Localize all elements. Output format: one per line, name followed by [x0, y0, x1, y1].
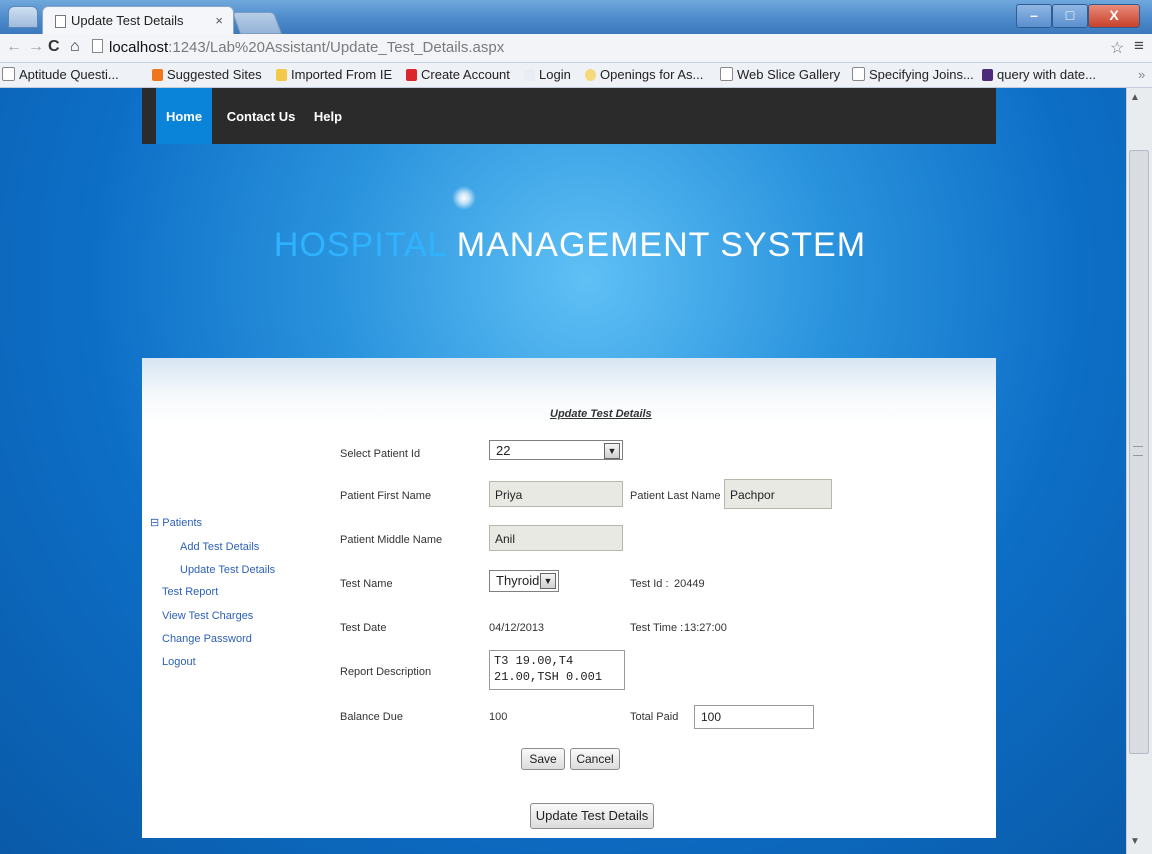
- bookmark-item[interactable]: query with date...: [982, 67, 1096, 82]
- page-icon: [92, 39, 103, 53]
- site-nav-bar: Home Contact Us Help: [142, 88, 996, 144]
- middle-name-label: Patient Middle Name: [340, 534, 443, 546]
- url-input[interactable]: localhost:1243/Lab%20Assistant/Update_Te…: [92, 38, 1092, 58]
- test-time-value: 13:27:00: [684, 622, 727, 634]
- bookmark-item[interactable]: Specifying Joins...: [852, 67, 974, 82]
- sidebar-item-test-report[interactable]: Test Report: [162, 586, 218, 598]
- sidebar-item-change-password[interactable]: Change Password: [162, 633, 252, 645]
- bookmark-label: Imported From IE: [291, 67, 393, 82]
- maximize-button[interactable]: □: [1052, 4, 1088, 28]
- bookmark-label: Openings for As...: [600, 67, 704, 82]
- openings-icon: [585, 69, 596, 81]
- patient-id-label: Select Patient Id: [340, 448, 421, 460]
- bookmark-item[interactable]: Openings for As...: [585, 67, 703, 82]
- page-icon: [55, 15, 66, 28]
- total-paid-input[interactable]: 100: [694, 705, 814, 729]
- page-icon: [2, 67, 15, 81]
- last-name-field[interactable]: Pachpor: [724, 479, 832, 509]
- browser-logo-icon: [8, 6, 38, 28]
- test-name-select[interactable]: Thyroide ▼: [489, 570, 559, 592]
- bookmark-item[interactable]: Suggested Sites: [152, 67, 262, 82]
- test-name-label: Test Name: [340, 578, 393, 590]
- middle-name-field[interactable]: Anil: [489, 525, 623, 551]
- back-arrow-icon[interactable]: ←: [6, 38, 22, 56]
- balance-due-value: 100: [489, 711, 508, 723]
- nav-contact-us[interactable]: Contact Us: [218, 88, 304, 144]
- close-window-button[interactable]: X: [1088, 4, 1140, 28]
- browser-tab[interactable]: Update Test Details ×: [42, 6, 234, 35]
- bookmark-label: Login: [539, 67, 571, 82]
- url-path: :1243/Lab%20Assistant/Update_Test_Detail…: [168, 39, 505, 56]
- banner-glow: [452, 186, 476, 210]
- bookmark-star-icon[interactable]: ☆: [1110, 38, 1124, 58]
- test-name-value: Thyroide: [496, 573, 547, 588]
- page-icon: [524, 69, 535, 81]
- sidebar-item-add-test-details[interactable]: Add Test Details: [180, 541, 259, 553]
- bookmark-item[interactable]: Aptitude Questi...: [2, 67, 119, 82]
- test-date-value: 04/12/2013: [489, 622, 545, 634]
- home-icon[interactable]: ⌂: [70, 38, 80, 56]
- test-id-value: 20449: [674, 578, 705, 590]
- sidebar-item-view-test-charges[interactable]: View Test Charges: [162, 610, 253, 622]
- sidebar-tree-patients[interactable]: ⊟ Patients: [150, 516, 202, 529]
- site-banner-title: HOSPITAL MANAGEMENT SYSTEM: [140, 226, 1000, 265]
- report-description-textarea[interactable]: T3 19.00,T4 21.00,TSH 0.001: [489, 650, 625, 690]
- cancel-button[interactable]: Cancel: [570, 748, 620, 770]
- tab-close-icon[interactable]: ×: [215, 7, 223, 35]
- bookmark-label: query with date...: [997, 67, 1096, 82]
- bookmark-item[interactable]: Web Slice Gallery: [720, 67, 840, 82]
- test-time-label: Test Time :: [630, 622, 684, 634]
- chevron-down-icon[interactable]: ▼: [540, 573, 556, 589]
- content-panel: [142, 358, 996, 838]
- reload-icon[interactable]: C: [48, 38, 60, 56]
- forward-arrow-icon[interactable]: →: [28, 38, 44, 56]
- scroll-up-icon[interactable]: ▲: [1130, 92, 1140, 103]
- bookmark-label: Aptitude Questi...: [19, 67, 119, 82]
- balance-due-label: Balance Due: [340, 711, 403, 723]
- folder-icon: [276, 69, 287, 81]
- report-description-label: Report Description: [340, 666, 432, 678]
- bookmark-label: Create Account: [421, 67, 510, 82]
- url-host: localhost: [109, 39, 169, 56]
- nav-help[interactable]: Help: [308, 88, 348, 144]
- scroll-grip-icon: [1133, 446, 1143, 456]
- bookmark-label: Web Slice Gallery: [737, 67, 841, 82]
- page-icon: [720, 67, 733, 81]
- banner-rest-text: MANAGEMENT SYSTEM: [456, 226, 867, 264]
- test-id-label: Test Id :: [630, 578, 669, 590]
- bookmark-item[interactable]: Create Account: [406, 67, 510, 82]
- query-icon: [982, 69, 993, 81]
- last-name-label: Patient Last Name: [630, 490, 721, 502]
- bookmark-item[interactable]: Imported From IE: [276, 67, 392, 82]
- sidebar-item-logout[interactable]: Logout: [162, 656, 196, 668]
- bookmark-label: Suggested Sites: [167, 67, 262, 82]
- bookmark-item[interactable]: Login: [524, 67, 571, 82]
- save-button[interactable]: Save: [521, 748, 565, 770]
- patient-id-value: 22: [496, 443, 511, 458]
- first-name-label: Patient First Name: [340, 490, 432, 502]
- nav-home[interactable]: Home: [156, 88, 212, 144]
- scroll-down-icon[interactable]: ▼: [1130, 836, 1140, 847]
- menu-icon[interactable]: ≡: [1134, 36, 1144, 56]
- total-paid-label: Total Paid: [630, 711, 679, 723]
- new-tab-button[interactable]: [231, 12, 283, 34]
- test-date-label: Test Date: [340, 622, 387, 634]
- page-icon: [852, 67, 865, 81]
- form-heading: Update Test Details: [550, 408, 652, 420]
- suggested-sites-icon: [152, 69, 163, 81]
- minimize-button[interactable]: –: [1016, 4, 1052, 28]
- update-test-details-button[interactable]: Update Test Details: [530, 803, 654, 829]
- bookmarks-overflow-icon[interactable]: »: [1138, 67, 1145, 82]
- patient-id-select[interactable]: 22 ▼: [489, 440, 623, 460]
- first-name-field[interactable]: Priya: [489, 481, 623, 507]
- sidebar-item-update-test-details[interactable]: Update Test Details: [180, 564, 275, 576]
- chevron-down-icon[interactable]: ▼: [604, 443, 620, 459]
- tab-title: Update Test Details: [71, 13, 184, 28]
- mail-icon: [406, 69, 417, 81]
- bookmark-label: Specifying Joins...: [869, 67, 974, 82]
- banner-hospital-text: HOSPITAL: [273, 226, 447, 264]
